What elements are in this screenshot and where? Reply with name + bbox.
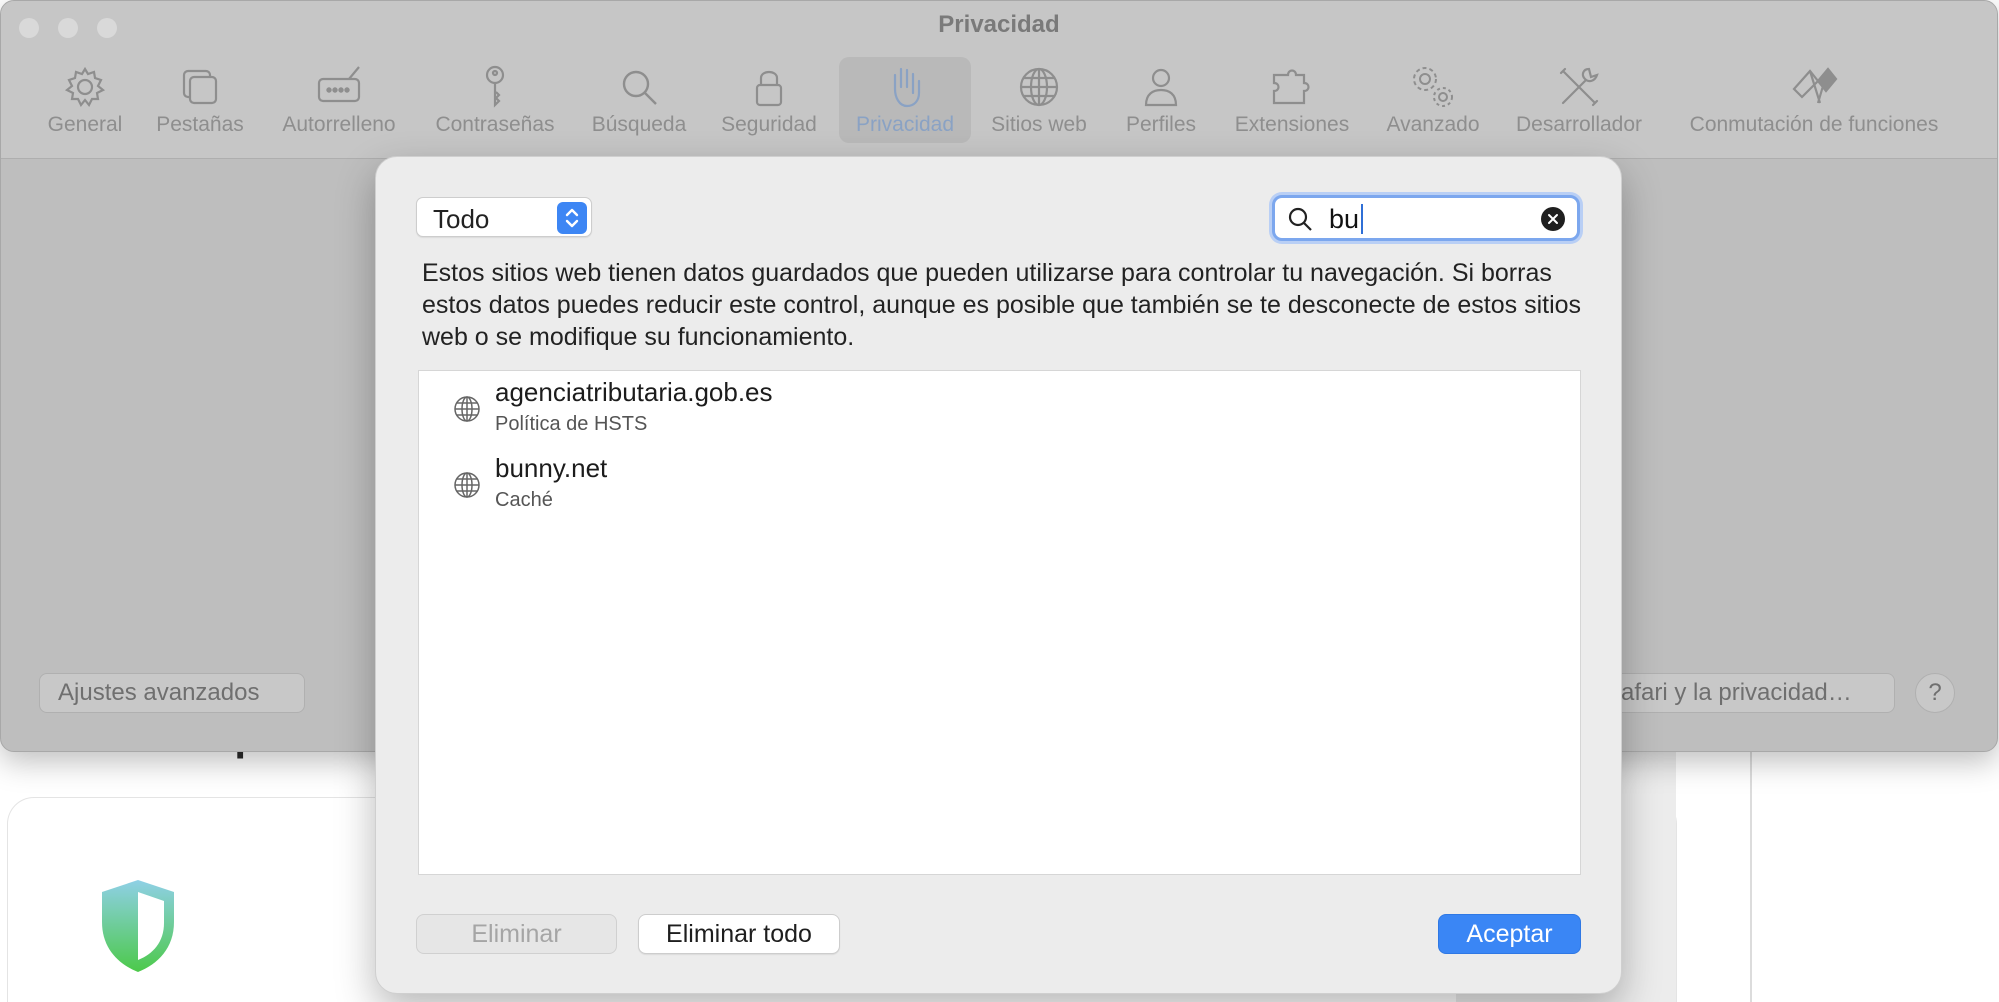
search-icon xyxy=(622,70,657,105)
clear-search-button[interactable] xyxy=(1541,207,1565,231)
filter-value: Todo xyxy=(433,204,490,234)
close-icon xyxy=(1548,214,1558,224)
gear-icon xyxy=(64,66,106,108)
tab-label: Contraseñas xyxy=(435,113,555,136)
tab-label: Privacidad xyxy=(855,113,955,136)
site-name: bunny.net xyxy=(495,453,608,483)
site-name: agenciatributaria.gob.es xyxy=(495,377,773,407)
description-text: Estos sitios web tienen datos guardados … xyxy=(422,259,1582,351)
tab-label: Búsqueda xyxy=(591,113,687,136)
filter-select[interactable]: Todo xyxy=(416,197,592,237)
shield-icon xyxy=(102,880,174,972)
tab-feature-flags[interactable]: Conmutación de funciones xyxy=(1673,57,1955,143)
puzzle-icon xyxy=(1272,69,1310,105)
advanced-settings-button[interactable]: Ajustes avanzados xyxy=(39,673,305,713)
website-data-sheet: Todo bu Estos sitios web tienen datos gu… xyxy=(375,156,1622,994)
tab-label: Conmutación de funciones xyxy=(1689,113,1939,136)
key-icon xyxy=(485,65,505,108)
tab-label: Extensiones xyxy=(1234,113,1350,136)
search-input[interactable]: bu xyxy=(1329,204,1359,235)
tab-label: Seguridad xyxy=(721,113,817,136)
tab-label: General xyxy=(47,113,123,136)
website-list[interactable]: agenciatributaria.gob.es Política de HST… xyxy=(418,370,1581,875)
help-button[interactable]: ? xyxy=(1915,673,1955,713)
desktop: Informe de privac Privacidad Ge xyxy=(0,0,1999,1002)
tab-label: Perfiles xyxy=(1125,113,1197,136)
window-title: Privacidad xyxy=(938,11,1060,38)
tab-label: Autorrelleno xyxy=(282,113,396,136)
accept-button[interactable]: Aceptar xyxy=(1438,914,1581,954)
gears-icon xyxy=(1413,67,1453,107)
globe-icon xyxy=(1019,67,1059,107)
tab-extensions[interactable]: Extensiones xyxy=(1225,57,1359,143)
tab-label: Desarrollador xyxy=(1515,113,1643,136)
tools-icon xyxy=(1559,67,1599,107)
tab-developer[interactable]: Desarrollador xyxy=(1507,57,1651,143)
site-data-type: Política de HSTS xyxy=(495,413,648,435)
text-cursor xyxy=(1361,204,1363,234)
tab-label: Pestañas xyxy=(156,113,244,136)
tab-tabs[interactable]: Pestañas xyxy=(147,57,253,143)
lock-icon xyxy=(755,70,783,107)
person-icon xyxy=(1144,68,1178,107)
magnifier-icon xyxy=(1288,207,1312,231)
tab-profiles[interactable]: Perfiles xyxy=(1113,57,1209,143)
remove-button[interactable]: Eliminar xyxy=(416,914,617,954)
globe-icon xyxy=(454,396,480,422)
autofill-icon xyxy=(317,66,361,103)
chevron-up-down-icon xyxy=(557,202,587,234)
tab-advanced[interactable]: Avanzado xyxy=(1377,57,1489,143)
tab-autofill[interactable]: Autorrelleno xyxy=(269,57,409,143)
tabs-icon xyxy=(182,69,218,105)
tab-security[interactable]: Seguridad xyxy=(713,57,825,143)
background-divider xyxy=(1750,736,1752,1002)
site-data-type: Caché xyxy=(495,489,553,511)
search-field[interactable]: bu xyxy=(1272,195,1580,241)
remove-all-button[interactable]: Eliminar todo xyxy=(638,914,840,954)
hand-icon xyxy=(893,67,921,108)
tab-label: Sitios web xyxy=(991,113,1087,136)
tab-passwords[interactable]: Contraseñas xyxy=(425,57,565,143)
tab-label: Avanzado xyxy=(1386,113,1480,136)
tab-websites[interactable]: Sitios web xyxy=(983,57,1095,143)
tab-search[interactable]: Búsqueda xyxy=(583,57,695,143)
list-item[interactable]: agenciatributaria.gob.es Política de HST… xyxy=(419,373,1580,447)
window-toolbar: Privacidad General Pestañas Autorrelleno… xyxy=(1,1,1997,159)
privacy-info-button[interactable]: afari y la privacidad… xyxy=(1619,673,1895,713)
tab-privacy[interactable]: Privacidad xyxy=(839,57,971,143)
list-item[interactable]: bunny.net Caché xyxy=(419,449,1580,523)
flags-icon xyxy=(1792,67,1838,104)
globe-icon xyxy=(454,472,480,498)
tab-general[interactable]: General xyxy=(37,57,133,143)
